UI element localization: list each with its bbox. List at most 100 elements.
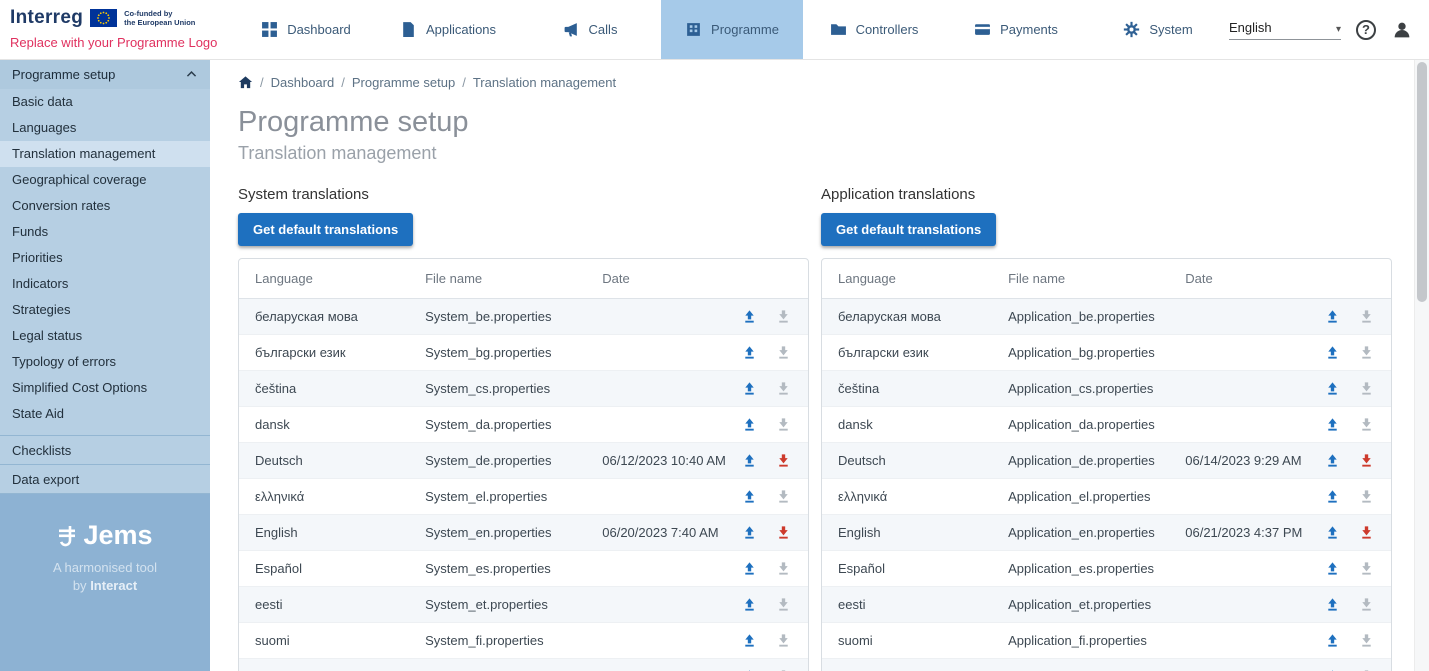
upload-button[interactable] [1323, 452, 1341, 470]
breadcrumb-item-dashboard[interactable]: Dashboard [271, 75, 335, 90]
table-header: LanguageFile nameDate [822, 259, 1391, 299]
upload-button[interactable] [740, 560, 758, 578]
sidebar: Programme setup Basic dataLanguagesTrans… [0, 60, 210, 671]
row-actions [1311, 416, 1391, 434]
top-header: Interreg Co-funded by the European [0, 0, 1429, 60]
eu-flag-icon [90, 9, 117, 27]
nav-item-controllers[interactable]: Controllers [803, 0, 945, 59]
nav-item-programme[interactable]: Programme [661, 0, 803, 59]
upload-button[interactable] [1323, 416, 1341, 434]
nav-item-applications[interactable]: Applications [377, 0, 519, 59]
sidebar-item-typology-of-errors[interactable]: Typology of errors [0, 349, 210, 375]
sidebar-item-legal-status[interactable]: Legal status [0, 323, 210, 349]
file-name-cell: Application_bg.properties [992, 345, 1169, 360]
download-button [1357, 416, 1375, 434]
upload-button[interactable] [1323, 524, 1341, 542]
upload-button[interactable] [740, 344, 758, 362]
download-button [774, 668, 792, 671]
file-name-cell: Application_en.properties [992, 525, 1169, 540]
upload-button[interactable] [740, 308, 758, 326]
upload-button[interactable] [740, 668, 758, 671]
file-name-cell: Application_et.properties [992, 597, 1169, 612]
sidebar-item-simplified-cost-options[interactable]: Simplified Cost Options [0, 375, 210, 401]
upload-button[interactable] [1323, 488, 1341, 506]
interreg-logo: Interreg [10, 7, 83, 29]
sidebar-item-funds[interactable]: Funds [0, 219, 210, 245]
upload-button[interactable] [740, 380, 758, 398]
sidebar-item-data-export[interactable]: Data export [0, 464, 210, 493]
table-row: български езикSystem_bg.properties [239, 335, 808, 371]
row-actions [728, 596, 808, 614]
system-icon [1123, 21, 1140, 38]
language-select[interactable]: English ▾ [1229, 20, 1341, 40]
nav-item-system[interactable]: System [1087, 0, 1229, 59]
download-button[interactable] [774, 452, 792, 470]
application-translations-panel: Application translationsGet default tran… [821, 186, 1392, 671]
sidebar-section-programme-setup[interactable]: Programme setup [0, 60, 210, 89]
panel-title: System translations [238, 186, 809, 203]
col-language: Language [239, 271, 409, 286]
row-actions [728, 308, 808, 326]
home-icon[interactable] [238, 75, 253, 90]
upload-button[interactable] [1323, 668, 1341, 671]
main-nav: DashboardApplicationsCallsProgrammeContr… [235, 0, 1229, 59]
upload-button[interactable] [1323, 344, 1341, 362]
file-name-cell: System_de.properties [409, 453, 586, 468]
table-row: български езикApplication_bg.properties [822, 335, 1391, 371]
nav-item-calls[interactable]: Calls [519, 0, 661, 59]
nav-item-dashboard[interactable]: Dashboard [235, 0, 377, 59]
vertical-scrollbar[interactable] [1414, 60, 1429, 671]
scrollbar-thumb[interactable] [1417, 62, 1427, 302]
sidebar-item-priorities[interactable]: Priorities [0, 245, 210, 271]
get-default-translations-button[interactable]: Get default translations [238, 213, 413, 246]
file-name-cell: Application_da.properties [992, 417, 1169, 432]
breadcrumb-item-translation-management[interactable]: Translation management [473, 75, 616, 90]
download-button[interactable] [774, 524, 792, 542]
table-row: DeutschSystem_de.properties06/12/2023 10… [239, 443, 808, 479]
upload-button[interactable] [740, 452, 758, 470]
language-cell: ελληνικά [822, 489, 992, 504]
nav-item-payments[interactable]: Payments [945, 0, 1087, 59]
upload-button[interactable] [740, 524, 758, 542]
date-cell: 06/21/2023 4:37 PM [1169, 525, 1311, 540]
dropdown-caret-icon: ▾ [1336, 24, 1341, 35]
sidebar-item-checklists[interactable]: Checklists [0, 435, 210, 464]
system-translations-panel: System translations Get default translati… [238, 186, 809, 671]
sidebar-item-indicators[interactable]: Indicators [0, 271, 210, 297]
help-button[interactable]: ? [1356, 20, 1376, 40]
jems-logo-icon [57, 524, 77, 548]
language-cell: Español [239, 561, 409, 576]
upload-button[interactable] [740, 632, 758, 650]
download-button [774, 632, 792, 650]
sidebar-item-geographical-coverage[interactable]: Geographical coverage [0, 167, 210, 193]
row-actions [1311, 524, 1391, 542]
table-row: češtinaApplication_cs.properties [822, 371, 1391, 407]
upload-button[interactable] [1323, 380, 1341, 398]
download-button[interactable] [1357, 452, 1375, 470]
upload-button[interactable] [740, 596, 758, 614]
sidebar-item-strategies[interactable]: Strategies [0, 297, 210, 323]
calls-icon [563, 21, 580, 38]
download-button[interactable] [1357, 524, 1375, 542]
upload-button[interactable] [740, 416, 758, 434]
cofunded-text: Co-funded by the European Union [124, 9, 195, 28]
upload-button[interactable] [1323, 596, 1341, 614]
table-row: françaisSystem_fr.properties [239, 659, 808, 671]
upload-button[interactable] [1323, 560, 1341, 578]
sidebar-item-languages[interactable]: Languages [0, 115, 210, 141]
download-button [774, 380, 792, 398]
sidebar-item-state-aid[interactable]: State Aid [0, 401, 210, 427]
get-default-translations-button[interactable]: Get default translations [821, 213, 996, 246]
upload-button[interactable] [740, 488, 758, 506]
file-name-cell: System_en.properties [409, 525, 586, 540]
breadcrumb-item-programme-setup[interactable]: Programme setup [352, 75, 455, 90]
file-name-cell: Application_de.properties [992, 453, 1169, 468]
sidebar-item-conversion-rates[interactable]: Conversion rates [0, 193, 210, 219]
language-cell: English [822, 525, 992, 540]
sidebar-item-basic-data[interactable]: Basic data [0, 89, 210, 115]
upload-button[interactable] [1323, 632, 1341, 650]
sidebar-item-translation-management[interactable]: Translation management [0, 141, 210, 167]
user-menu-button[interactable] [1391, 19, 1413, 41]
upload-button[interactable] [1323, 308, 1341, 326]
translation-panels: System translations Get default translati… [238, 186, 1392, 671]
